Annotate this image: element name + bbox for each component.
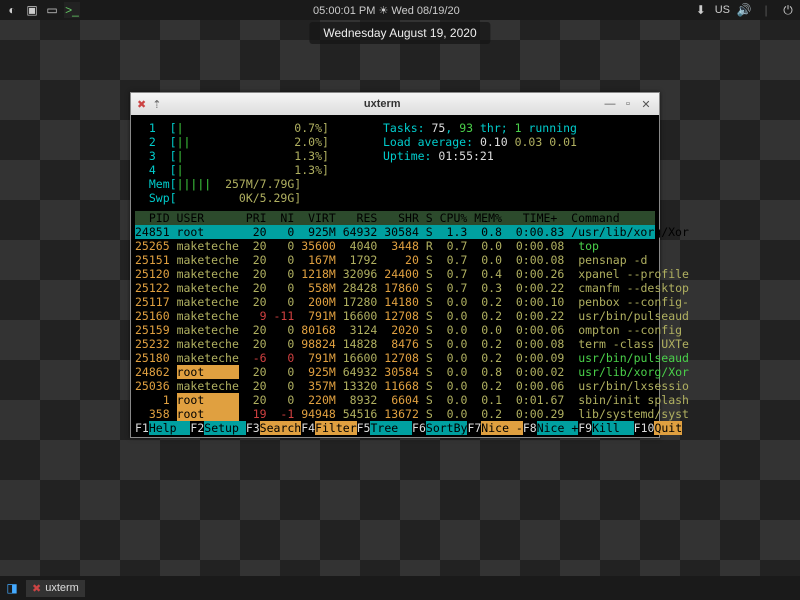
top-panel: ◐ ▣ ▭ >_ 05:00:01 PM ☀ Wed 08/19/20 ⬇ US… [0,0,800,20]
terminal-window: ✖ ⇡ uxterm — ▫ ✕ 1 [| 0.7%] 2 [|| 2.0%] … [130,92,660,438]
date-banner: Wednesday August 19, 2020 [309,22,490,44]
app-icon: ✖ [137,98,146,111]
volume-icon[interactable]: 🔊 [736,2,752,18]
clock-date: Wed 08/19/20 [391,5,459,17]
menu-icon[interactable]: ◐ [4,2,20,18]
process-row[interactable]: 25151 maketeche 20 0 167M 1792 20 S 0.7 … [135,253,655,267]
browser-icon[interactable]: ▭ [44,2,60,18]
process-row[interactable]: 25232 maketeche 20 0 98824 14828 8476 S … [135,337,655,351]
process-row[interactable]: 25117 maketeche 20 0 200M 17280 14180 S … [135,295,655,309]
taskbar-item-uxterm[interactable]: ✖ uxterm [26,580,85,597]
system-summary: Tasks: 75, 93 thr; 1 running Load averag… [365,121,655,205]
taskbar: ◨ ✖ uxterm [0,576,800,600]
process-row[interactable]: 1 root 20 0 220M 8932 6604 S 0.0 0.1 0:0… [135,393,655,407]
process-row[interactable]: 25036 maketeche 20 0 357M 13320 11668 S … [135,379,655,393]
power-icon[interactable]: ⏻ [780,2,796,18]
process-row[interactable]: 25265 maketeche 20 0 35600 4040 3448 R 0… [135,239,655,253]
process-row[interactable]: 25122 maketeche 20 0 558M 28428 17860 S … [135,281,655,295]
taskbar-app-icon: ✖ [32,582,41,595]
process-row[interactable]: 24862 root 20 0 925M 64932 30584 S 0.0 0… [135,365,655,379]
process-row[interactable]: 25159 maketeche 20 0 80168 3124 2020 S 0… [135,323,655,337]
show-desktop-icon[interactable]: ◨ [4,580,20,596]
pin-icon[interactable]: ⇡ [152,98,161,111]
minimize-button[interactable]: — [603,98,617,111]
window-title: uxterm [161,98,603,110]
clock-time: 05:00:01 PM [313,5,375,17]
terminal-icon[interactable]: >_ [64,2,80,18]
function-key-bar[interactable]: F1Help F2Setup F3SearchF4FilterF5Tree F6… [135,421,655,437]
process-row[interactable]: 25160 maketeche 9 -11 791M 16600 12708 S… [135,309,655,323]
taskbar-item-label: uxterm [45,582,79,594]
process-table[interactable]: 24851 root 20 0 925M 64932 30584 S 1.3 0… [135,225,655,421]
separator-icon: | [758,2,774,18]
process-header[interactable]: PID USER PRI NI VIRT RES SHR S CPU% MEM%… [135,211,655,225]
weather-icon: ☀ [378,5,391,17]
titlebar[interactable]: ✖ ⇡ uxterm — ▫ ✕ [131,93,659,115]
process-row[interactable]: 24851 root 20 0 925M 64932 30584 S 1.3 0… [135,225,655,239]
process-row[interactable]: 25120 maketeche 20 0 1218M 32096 24400 S… [135,267,655,281]
close-button[interactable]: ✕ [639,98,653,111]
maximize-button[interactable]: ▫ [621,98,635,111]
updates-icon[interactable]: ⬇ [693,2,709,18]
cpu-mem-meters: 1 [| 0.7%] 2 [|| 2.0%] 3 [| 1.3%] 4 [| 1… [135,121,365,205]
process-row[interactable]: 25180 maketeche -6 0 791M 16600 12708 S … [135,351,655,365]
process-row[interactable]: 358 root 19 -1 94948 54516 13672 S 0.0 0… [135,407,655,421]
terminal-content[interactable]: 1 [| 0.7%] 2 [|| 2.0%] 3 [| 1.3%] 4 [| 1… [131,115,659,437]
files-icon[interactable]: ▣ [24,2,40,18]
keyboard-lang[interactable]: US [715,4,730,16]
